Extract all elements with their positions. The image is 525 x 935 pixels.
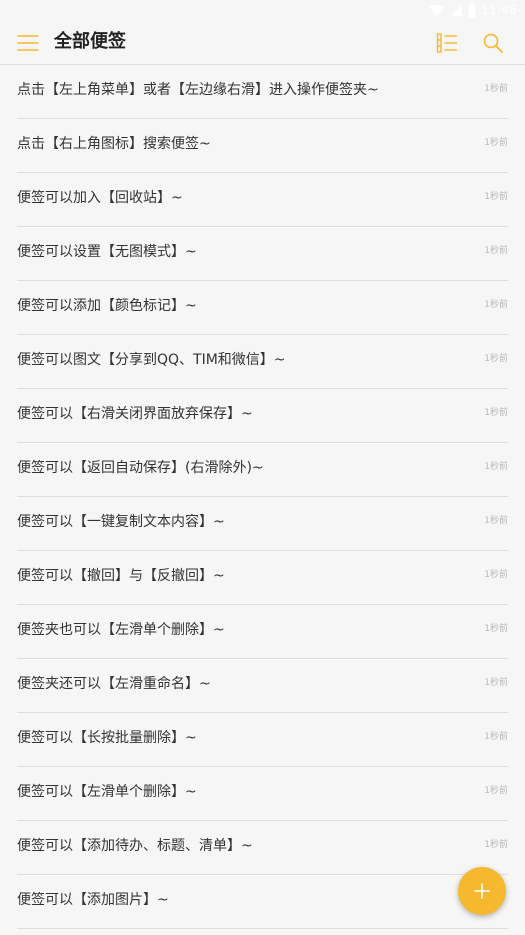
- note-time: 1秒前: [484, 516, 508, 526]
- status-bar: 11:46: [0, 0, 525, 21]
- note-time: 1秒前: [484, 732, 508, 742]
- note-row[interactable]: 便签可以【右滑关闭界面放弃保存】~ 1秒前: [17, 389, 508, 443]
- note-text: 便签可以【左滑单个删除】~: [17, 784, 197, 800]
- note-time: 1秒前: [484, 840, 508, 850]
- note-text: 点击【左上角菜单】或者【左边缘右滑】进入操作便签夹~: [17, 82, 379, 98]
- note-text: 便签可以添加【颜色标记】~: [17, 298, 197, 314]
- note-row[interactable]: 便签可以【添加待办、标题、清单】~ 1秒前: [17, 821, 508, 875]
- note-text: 便签可以图文【分享到QQ、TIM和微信】~: [17, 352, 286, 368]
- page-title: 全部便签: [54, 31, 126, 52]
- status-icons: 11:46: [429, 2, 517, 19]
- note-row[interactable]: 便签可以图文【分享到QQ、TIM和微信】~ 1秒前: [17, 335, 508, 389]
- note-row[interactable]: 便签可以设置【无图模式】~ 1秒前: [17, 227, 508, 281]
- note-text: 便签可以设置【无图模式】~: [17, 244, 197, 260]
- note-text: 便签可以加入【回收站】~: [17, 190, 183, 206]
- app-bar: 全部便签: [0, 21, 525, 65]
- wifi-icon: [429, 4, 445, 16]
- note-row[interactable]: 便签可以添加【颜色标记】~ 1秒前: [17, 281, 508, 335]
- list-view-icon[interactable]: [436, 32, 458, 54]
- note-time: 1秒前: [484, 408, 508, 418]
- hamburger-menu-icon[interactable]: [17, 32, 39, 54]
- note-row[interactable]: 便签夹也可以【左滑单个删除】~ 1秒前: [17, 605, 508, 659]
- battery-icon: [468, 3, 476, 17]
- note-time: 1秒前: [484, 300, 508, 310]
- note-text: 便签夹也可以【左滑单个删除】~: [17, 622, 225, 638]
- note-row[interactable]: 便签可以【长按批量删除】~ 1秒前: [17, 713, 508, 767]
- note-text: 便签可以【返回自动保存】(右滑除外)~: [17, 460, 264, 476]
- note-row[interactable]: 便签可以【一键复制文本内容】~ 1秒前: [17, 497, 508, 551]
- note-text: 便签可以【撤回】与【反撤回】~: [17, 568, 225, 584]
- phone-screen: 11:46 全部便签 点击【左上角菜单】或者【左边缘右滑】进入操作便签夹~ 1秒…: [0, 0, 525, 935]
- note-row[interactable]: 点击【左上角菜单】或者【左边缘右滑】进入操作便签夹~ 1秒前: [17, 65, 508, 119]
- note-text: 便签可以【右滑关闭界面放弃保存】~: [17, 406, 253, 422]
- note-row[interactable]: 便签可以【返回自动保存】(右滑除外)~ 1秒前: [17, 443, 508, 497]
- signal-icon: [451, 5, 463, 16]
- note-time: 1秒前: [484, 786, 508, 796]
- note-row[interactable]: 便签可以【左滑单个删除】~ 1秒前: [17, 767, 508, 821]
- plus-icon: [474, 883, 490, 899]
- note-text: 点击【右上角图标】搜索便签~: [17, 136, 211, 152]
- note-time: 1秒前: [484, 84, 508, 94]
- note-text: 便签可以【添加待办、标题、清单】~: [17, 838, 253, 854]
- note-time: 1秒前: [484, 624, 508, 634]
- note-row[interactable]: 便签可以【撤回】与【反撤回】~ 1秒前: [17, 551, 508, 605]
- note-text: 便签可以【添加图片】~: [17, 892, 169, 908]
- note-text: 便签可以【长按批量删除】~: [17, 730, 197, 746]
- note-time: 1秒前: [484, 246, 508, 256]
- note-time: 1秒前: [484, 354, 508, 364]
- notes-list: 点击【左上角菜单】或者【左边缘右滑】进入操作便签夹~ 1秒前 点击【右上角图标】…: [0, 65, 525, 935]
- note-time: 1秒前: [484, 570, 508, 580]
- note-time: 1秒前: [484, 192, 508, 202]
- note-text: 便签可以【一键复制文本内容】~: [17, 514, 225, 530]
- note-text: 便签夹还可以【左滑重命名】~: [17, 676, 211, 692]
- note-row[interactable]: 便签可以加入【回收站】~ 1秒前: [17, 173, 508, 227]
- note-row[interactable]: 便签可以【添加图片】~: [17, 875, 508, 929]
- note-row[interactable]: 点击【右上角图标】搜索便签~ 1秒前: [17, 119, 508, 173]
- status-time: 11:46: [481, 3, 517, 17]
- search-icon[interactable]: [481, 31, 505, 55]
- note-time: 1秒前: [484, 678, 508, 688]
- note-time: 1秒前: [484, 138, 508, 148]
- note-row[interactable]: 便签夹还可以【左滑重命名】~ 1秒前: [17, 659, 508, 713]
- note-time: 1秒前: [484, 462, 508, 472]
- add-note-button[interactable]: [458, 867, 506, 915]
